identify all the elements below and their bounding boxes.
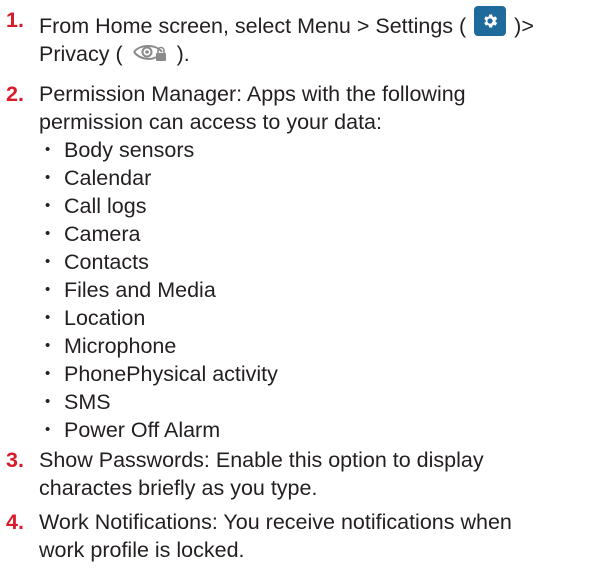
step-text: Work Notifications: You receive notifica…: [39, 508, 600, 564]
step-1-text-end: )>: [514, 14, 534, 38]
step-4-line-2: work profile is locked.: [39, 538, 245, 562]
list-item: Camera: [39, 220, 600, 248]
settings-gear-icon: [474, 6, 507, 36]
step-number: 2.: [6, 82, 24, 106]
step-number: 1.: [6, 8, 24, 32]
step-3-line-2: charactes briefly as you type.: [39, 476, 318, 500]
step-1-privacy-end: ).: [176, 42, 190, 66]
instruction-document: 1. From Home screen, select Menu > Setti…: [0, 0, 604, 574]
list-item: SMS: [39, 388, 600, 416]
step-3: 3. Show Passwords: Enable this option to…: [0, 446, 600, 502]
list-item: Power Off Alarm: [39, 416, 600, 444]
step-2: 2. Permission Manager: Apps with the fol…: [0, 80, 600, 444]
step-number: 4.: [6, 510, 24, 534]
list-item: Calendar: [39, 164, 600, 192]
list-item: Contacts: [39, 248, 600, 276]
list-item: Files and Media: [39, 276, 600, 304]
step-text: Show Passwords: Enable this option to di…: [39, 446, 600, 502]
step-text: From Home screen, select Menu > Settings…: [39, 6, 600, 68]
list-item: PhonePhysical activity: [39, 360, 600, 388]
step-3-line-1: Show Passwords: Enable this option to di…: [39, 448, 484, 472]
list-item: Microphone: [39, 332, 600, 360]
step-2-line-2: permission can access to your data:: [39, 110, 382, 134]
step-2-line-1: Permission Manager: Apps with the follow…: [39, 82, 466, 106]
step-4: 4. Work Notifications: You receive notif…: [0, 508, 600, 564]
step-number: 3.: [6, 448, 24, 472]
list-item: Location: [39, 304, 600, 332]
privacy-eye-icon: [132, 45, 166, 61]
permission-list: Body sensors Calendar Call logs Camera C…: [39, 136, 600, 444]
step-1-text-start: From Home screen, select Menu > Settings…: [39, 14, 467, 38]
list-item: Call logs: [39, 192, 600, 220]
step-1: 1. From Home screen, select Menu > Setti…: [0, 6, 600, 68]
step-4-line-1: Work Notifications: You receive notifica…: [39, 510, 512, 534]
step-1-privacy-text: Privacy (: [39, 42, 123, 66]
list-item: Body sensors: [39, 136, 600, 164]
step-text: Permission Manager: Apps with the follow…: [39, 80, 600, 444]
